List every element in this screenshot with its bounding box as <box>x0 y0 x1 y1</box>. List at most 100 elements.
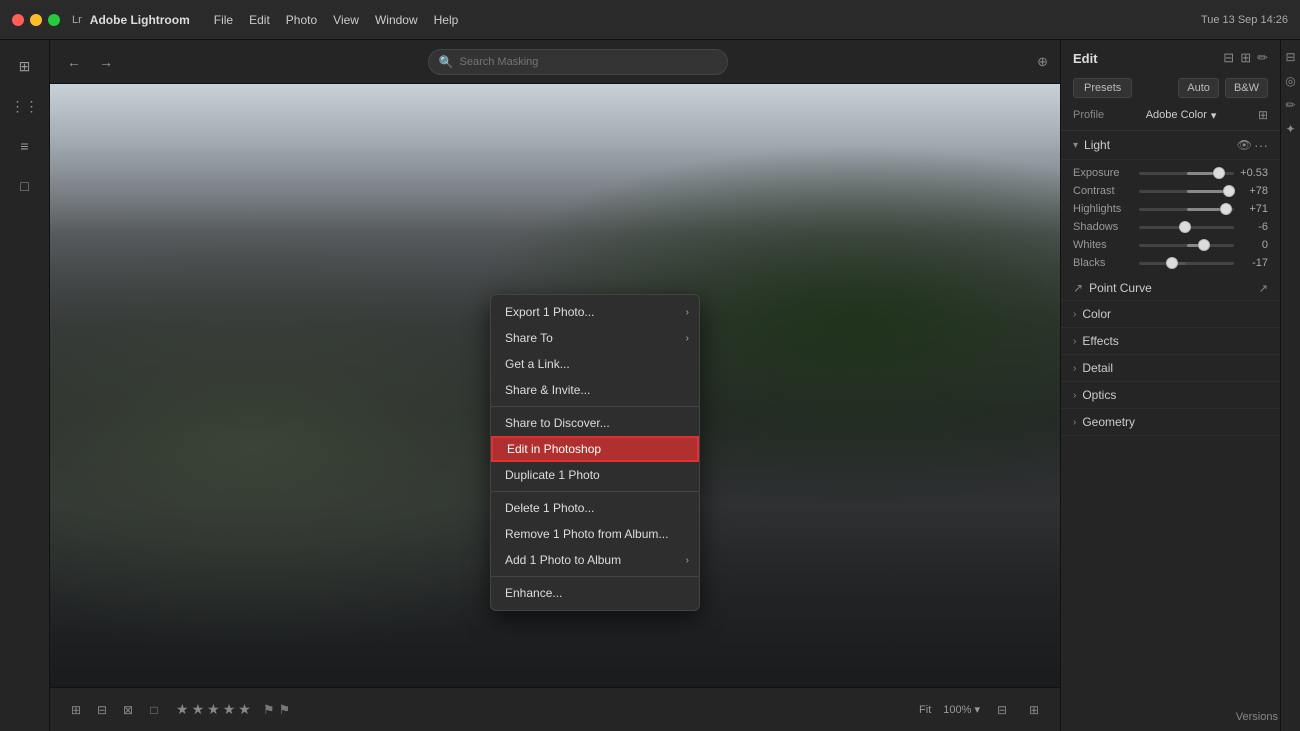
slider-contrast-value: +78 <box>1240 185 1268 197</box>
star-1[interactable]: ★ <box>176 701 189 718</box>
ctx-enhance[interactable]: Enhance... <box>491 580 699 606</box>
ctx-duplicate-label: Duplicate 1 Photo <box>505 468 600 482</box>
menu-photo[interactable]: Photo <box>286 13 317 27</box>
section-effects[interactable]: › Effects <box>1061 328 1280 355</box>
layout-icon-3[interactable]: ⊠ <box>118 700 138 720</box>
slider-exposure-value: +0.53 <box>1240 167 1268 179</box>
point-curve-row[interactable]: ↗ Point Curve ↗ <box>1061 276 1280 301</box>
ctx-get-link[interactable]: Get a Link... <box>491 351 699 377</box>
search-input[interactable] <box>460 56 717 68</box>
slider-highlights-track[interactable] <box>1139 208 1234 211</box>
menu-edit[interactable]: Edit <box>249 13 270 27</box>
profile-row: Profile Adobe Color ▾ ⊞ <box>1061 104 1280 131</box>
panel-icon-grid[interactable]: ⊞ <box>1240 50 1251 66</box>
ctx-edit-photoshop-label: Edit in Photoshop <box>507 442 601 456</box>
ctx-share-discover[interactable]: Share to Discover... <box>491 410 699 436</box>
slider-shadows-track[interactable] <box>1139 226 1234 229</box>
ctx-share-to-label: Share To <box>505 331 553 345</box>
profile-selector[interactable]: Adobe Color ▾ <box>1146 109 1217 122</box>
menu-view[interactable]: View <box>333 13 359 27</box>
slider-exposure-label: Exposure <box>1073 167 1133 179</box>
minimize-button[interactable] <box>30 14 42 26</box>
profile-dropdown-icon: ▾ <box>1211 109 1217 122</box>
filmstrip-right: Fit 100% ▾ ⊟ ⊞ <box>919 700 1044 720</box>
layout-icon-1[interactable]: ⊞ <box>66 700 86 720</box>
filter-icon[interactable]: ⊕ <box>1037 54 1048 70</box>
ctx-enhance-label: Enhance... <box>505 586 562 600</box>
section-optics-arrow: › <box>1073 390 1076 401</box>
sidebar-icon-square[interactable]: □ <box>7 168 43 204</box>
section-color[interactable]: › Color <box>1061 301 1280 328</box>
ctx-duplicate[interactable]: Duplicate 1 Photo <box>491 462 699 488</box>
ctx-export-arrow: › <box>686 307 689 318</box>
section-effects-title: Effects <box>1082 334 1268 348</box>
slider-whites: Whites 0 <box>1061 236 1280 254</box>
section-geometry[interactable]: › Geometry <box>1061 409 1280 436</box>
ctx-add-album-arrow: › <box>686 555 689 566</box>
back-button[interactable]: ← <box>62 50 86 74</box>
flag-2[interactable]: ⚑ <box>278 702 290 718</box>
flag-1[interactable]: ⚑ <box>263 702 275 718</box>
close-button[interactable] <box>12 14 24 26</box>
bw-button[interactable]: B&W <box>1225 78 1268 98</box>
menu-window[interactable]: Window <box>375 13 418 27</box>
panel-header: Edit ⊟ ⊞ ✏ <box>1061 40 1280 72</box>
panel-icon-brush[interactable]: ✏ <box>1257 50 1268 66</box>
ctx-edit-photoshop[interactable]: Edit in Photoshop <box>491 436 699 462</box>
section-light[interactable]: ▾ Light 👁 ··· <box>1061 131 1280 160</box>
presets-button[interactable]: Presets <box>1073 78 1132 98</box>
star-5[interactable]: ★ <box>238 701 251 718</box>
maximize-button[interactable] <box>48 14 60 26</box>
profile-icon-grid[interactable]: ⊞ <box>1258 108 1268 122</box>
layout-icon-4[interactable]: □ <box>144 700 164 720</box>
layout-dual[interactable]: ⊞ <box>1024 700 1044 720</box>
sidebar-icon-dots[interactable]: ⋮⋮ <box>7 88 43 124</box>
ctx-share-invite[interactable]: Share & Invite... <box>491 377 699 403</box>
versions-label: Versions <box>1236 711 1278 723</box>
fr-icon-wand[interactable]: ✦ <box>1282 120 1300 138</box>
forward-button[interactable]: → <box>94 50 118 74</box>
slider-blacks-track[interactable] <box>1139 262 1234 265</box>
sidebar-icon-bars[interactable]: ≡ <box>7 128 43 164</box>
ctx-add-album[interactable]: Add 1 Photo to Album › <box>491 547 699 573</box>
flag-icons[interactable]: ⚑ ⚑ <box>263 702 290 718</box>
layout-single[interactable]: ⊟ <box>992 700 1012 720</box>
slider-exposure-track[interactable] <box>1139 172 1234 175</box>
photo-area: Export 1 Photo... › Share To › Get a Lin… <box>50 84 1060 687</box>
ctx-export[interactable]: Export 1 Photo... › <box>491 299 699 325</box>
point-curve-label: Point Curve <box>1089 281 1152 295</box>
top-toolbar: ← → 🔍 ⊕ <box>50 40 1060 84</box>
section-detail-arrow: › <box>1073 363 1076 374</box>
ctx-share-to[interactable]: Share To › <box>491 325 699 351</box>
ctx-share-discover-label: Share to Discover... <box>505 416 610 430</box>
app-name: Adobe Lightroom <box>90 13 190 27</box>
fr-icon-circle[interactable]: ◎ <box>1282 72 1300 90</box>
section-light-eye[interactable]: 👁 <box>1237 138 1252 152</box>
slider-blacks: Blacks -17 <box>1061 254 1280 272</box>
clock: Tue 13 Sep 14:26 <box>1201 14 1288 26</box>
slider-whites-value: 0 <box>1240 239 1268 251</box>
fr-icon-sliders[interactable]: ⊟ <box>1282 48 1300 66</box>
slider-blacks-label: Blacks <box>1073 257 1133 269</box>
star-rating[interactable]: ★ ★ ★ ★ ★ <box>176 701 251 718</box>
panel-icon-sliders[interactable]: ⊟ <box>1223 50 1234 66</box>
slider-whites-track[interactable] <box>1139 244 1234 247</box>
menu-help[interactable]: Help <box>434 13 459 27</box>
fr-icon-brush[interactable]: ✏ <box>1282 96 1300 114</box>
layout-icon-2[interactable]: ⊟ <box>92 700 112 720</box>
ctx-delete[interactable]: Delete 1 Photo... <box>491 495 699 521</box>
section-detail[interactable]: › Detail <box>1061 355 1280 382</box>
menu-file[interactable]: File <box>214 13 233 27</box>
titlebar-right: Tue 13 Sep 14:26 <box>1201 14 1288 26</box>
star-3[interactable]: ★ <box>207 701 220 718</box>
sidebar-icon-grid[interactable]: ⊞ <box>7 48 43 84</box>
section-light-dots[interactable]: ··· <box>1254 137 1268 153</box>
auto-button[interactable]: Auto <box>1178 78 1219 98</box>
slider-contrast-track[interactable] <box>1139 190 1234 193</box>
ctx-remove[interactable]: Remove 1 Photo from Album... <box>491 521 699 547</box>
search-bar[interactable]: 🔍 <box>428 49 728 75</box>
content-area: ← → 🔍 ⊕ Export 1 Photo... › Share To › <box>50 40 1060 731</box>
star-2[interactable]: ★ <box>192 701 205 718</box>
star-4[interactable]: ★ <box>223 701 236 718</box>
section-optics[interactable]: › Optics <box>1061 382 1280 409</box>
